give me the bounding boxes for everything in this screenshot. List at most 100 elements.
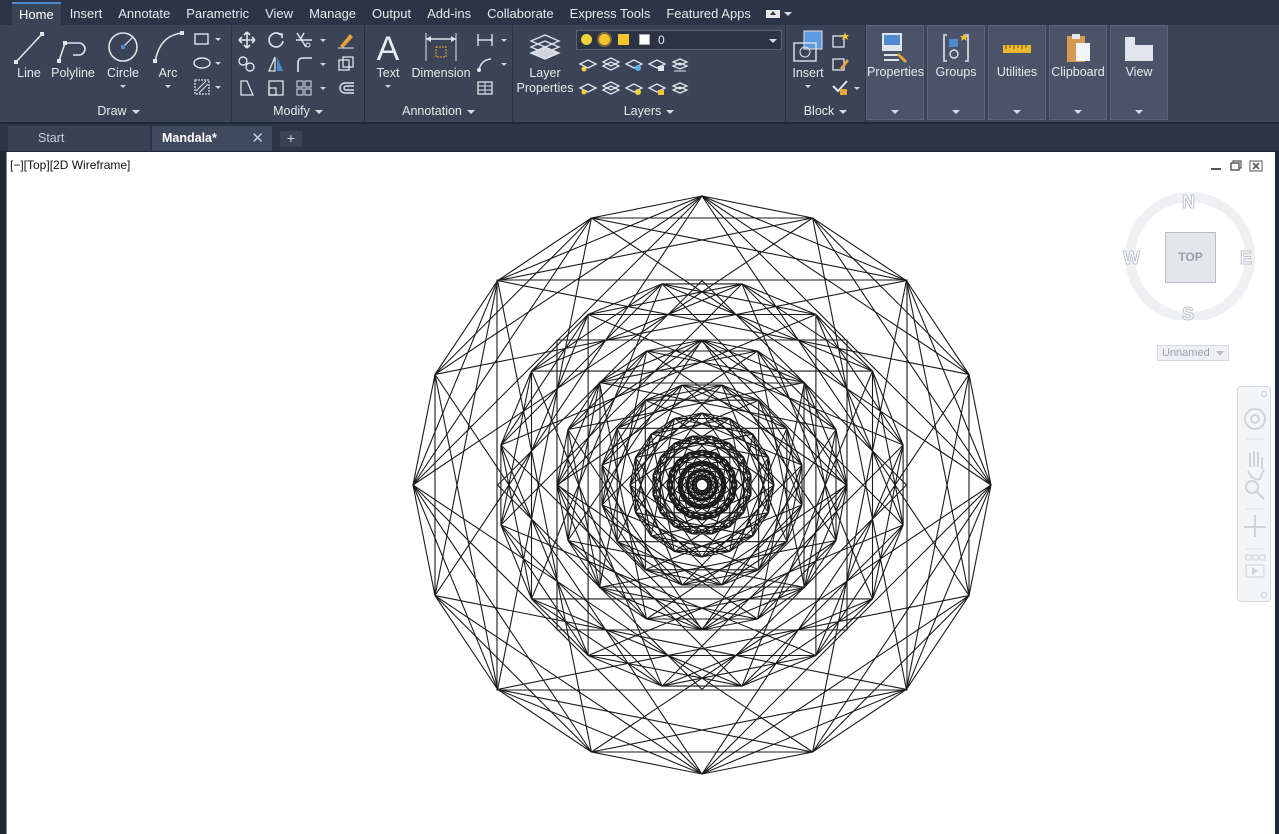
tab-insert[interactable]: Insert — [63, 2, 110, 25]
view-tile[interactable]: View — [1110, 25, 1168, 120]
chevron-down-icon[interactable] — [854, 87, 860, 90]
chevron-down-icon[interactable] — [215, 62, 221, 65]
layer-properties-button[interactable]: Layer Properties — [516, 29, 574, 96]
layer-states-icon[interactable] — [670, 54, 690, 74]
layer-freeze-icon[interactable] — [624, 54, 644, 74]
chevron-down-icon[interactable] — [215, 86, 221, 89]
text-button[interactable]: A Text — [371, 29, 405, 80]
chevron-down-icon[interactable] — [320, 63, 326, 66]
linear-dimension-icon[interactable] — [475, 30, 495, 50]
mandala-tab[interactable]: Mandala* ✕ — [152, 126, 272, 151]
draw-panel-title[interactable]: Draw — [6, 103, 231, 120]
new-tab-button[interactable]: + — [280, 131, 302, 147]
insert-block-button[interactable]: Insert — [788, 29, 828, 80]
text-icon: A — [377, 30, 400, 65]
compass-north[interactable]: N — [1182, 192, 1196, 213]
tab-view[interactable]: View — [258, 2, 300, 25]
move-icon[interactable] — [237, 30, 257, 50]
offset-icon[interactable] — [336, 78, 356, 98]
block-panel: Insert Block — [786, 25, 866, 122]
start-tab[interactable]: Start — [8, 126, 150, 151]
erase-icon[interactable] — [336, 30, 356, 50]
chevron-down-icon — [131, 109, 140, 114]
explode-icon[interactable] — [336, 54, 356, 74]
restore-icon[interactable] — [1229, 160, 1243, 172]
layer-dropdown[interactable]: 0 — [576, 30, 782, 50]
block-attributes-icon[interactable] — [830, 78, 850, 98]
drawing-viewport[interactable]: [−][Top][2D Wireframe] — [6, 152, 1275, 834]
mirror-icon[interactable] — [266, 54, 286, 74]
chevron-down-icon[interactable] — [320, 39, 326, 42]
annotation-panel-title[interactable]: Annotation — [365, 103, 512, 120]
chevron-down-icon[interactable] — [805, 85, 811, 88]
layer-isolate-icon[interactable] — [601, 54, 621, 74]
block-panel-title[interactable]: Block — [786, 103, 865, 120]
tab-add-ins[interactable]: Add-ins — [420, 2, 478, 25]
fillet-icon[interactable] — [294, 54, 314, 74]
layer-off-icon[interactable] — [578, 54, 598, 74]
layer-match-icon[interactable] — [670, 78, 690, 98]
utilities-tile[interactable]: Utilities — [988, 25, 1046, 120]
layer-thaw-icon[interactable] — [624, 78, 644, 98]
rectangle-icon[interactable] — [192, 29, 212, 49]
tab-parametric[interactable]: Parametric — [179, 2, 256, 25]
layers-panel-title[interactable]: Layers — [513, 103, 785, 120]
viewport-window-controls — [1209, 160, 1263, 172]
chevron-down-icon[interactable] — [320, 87, 326, 90]
tab-annotate[interactable]: Annotate — [111, 2, 177, 25]
close-icon[interactable]: ✕ — [251, 126, 264, 151]
viewport-controls-label[interactable]: [−][Top][2D Wireframe] — [10, 158, 130, 172]
compass-south[interactable]: S — [1181, 304, 1194, 325]
tab-express-tools[interactable]: Express Tools — [563, 2, 658, 25]
layer-lock-icon[interactable] — [647, 54, 667, 74]
properties-tile[interactable]: Properties — [866, 25, 924, 120]
chevron-down-icon[interactable] — [215, 38, 221, 41]
layer-unisolate-icon[interactable] — [601, 78, 621, 98]
clipboard-icon — [1067, 34, 1090, 62]
modify-panel-title[interactable]: Modify — [232, 103, 364, 120]
array-icon[interactable] — [294, 78, 314, 98]
circle-button[interactable]: Circle — [104, 29, 142, 80]
line-button[interactable]: Line — [12, 29, 46, 80]
annotation-panel: A Text Dimension Annotation — [365, 25, 513, 122]
chevron-down-icon — [769, 39, 777, 43]
chevron-down-icon[interactable] — [165, 85, 171, 88]
minimize-icon[interactable] — [1209, 160, 1223, 172]
file-tab-label: Mandala* — [162, 131, 217, 145]
arc-button[interactable]: Arc — [150, 29, 186, 80]
stretch-icon[interactable] — [237, 78, 257, 98]
trim-icon[interactable] — [294, 30, 314, 50]
chevron-down-icon[interactable] — [501, 39, 507, 42]
viewcube-top-face[interactable]: TOP — [1165, 232, 1216, 283]
tab-home[interactable]: Home — [12, 2, 61, 25]
chevron-down-icon[interactable] — [385, 85, 391, 88]
copy-icon[interactable] — [237, 54, 257, 74]
tab-collaborate[interactable]: Collaborate — [480, 2, 561, 25]
hatch-icon[interactable] — [192, 77, 212, 97]
chevron-down-icon[interactable] — [501, 63, 507, 66]
create-block-icon[interactable] — [830, 30, 850, 50]
scale-icon[interactable] — [266, 78, 286, 98]
tab-output[interactable]: Output — [365, 2, 418, 25]
edit-block-icon[interactable] — [830, 54, 850, 74]
layer-on-all-icon[interactable] — [578, 78, 598, 98]
groups-tile[interactable]: Groups — [927, 25, 985, 120]
chevron-down-icon — [1135, 110, 1143, 114]
clipboard-tile[interactable]: Clipboard — [1049, 25, 1107, 120]
leader-icon[interactable] — [475, 54, 495, 74]
tab-manage[interactable]: Manage — [302, 2, 363, 25]
rotate-icon[interactable] — [266, 30, 286, 50]
close-icon[interactable] — [1249, 160, 1263, 172]
tab-featured-apps[interactable]: Featured Apps — [659, 2, 758, 25]
polyline-button[interactable]: Polyline — [50, 29, 96, 80]
dimension-button[interactable]: Dimension — [411, 29, 471, 80]
compass-west[interactable]: W — [1123, 248, 1141, 269]
table-icon[interactable] — [475, 78, 495, 98]
ellipse-icon[interactable] — [192, 53, 212, 73]
compass-east[interactable]: E — [1239, 248, 1252, 269]
wcs-menu[interactable]: Unnamed — [1157, 345, 1229, 361]
chevron-down-icon[interactable] — [120, 85, 126, 88]
layer-unlock-icon[interactable] — [647, 78, 667, 98]
ribbon-minimize-button[interactable] — [760, 2, 798, 25]
viewcube[interactable]: N S E W TOP — [1118, 190, 1258, 325]
